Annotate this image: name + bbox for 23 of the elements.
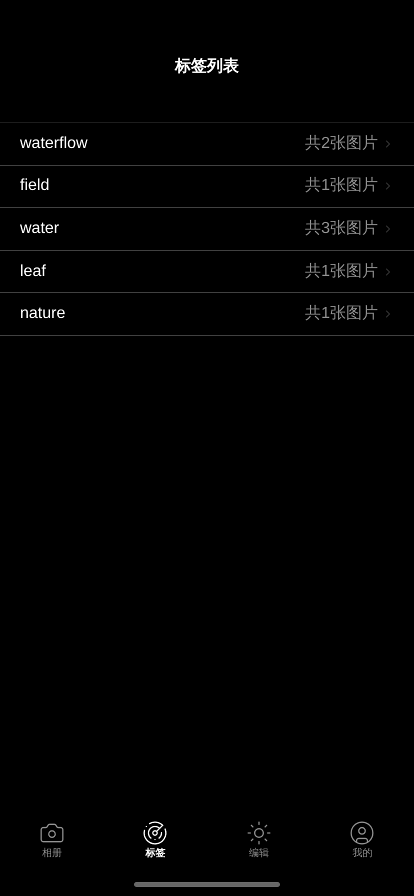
image-count: 共2张图片: [305, 134, 378, 154]
tab[interactable]: 标签: [104, 820, 207, 860]
tag-name: leaf: [20, 262, 47, 282]
image-count: 共3张图片: [305, 218, 378, 239]
sun-icon: [246, 820, 272, 846]
image-count: 共1张图片: [305, 262, 378, 282]
person-icon: [349, 820, 376, 846]
tab[interactable]: 相册: [0, 820, 104, 860]
tag-row[interactable]: leaf 共1张图片: [0, 250, 414, 294]
tag-row[interactable]: waterflow 共2张图片: [0, 123, 414, 166]
tag-name: field: [20, 176, 50, 196]
tag-row[interactable]: nature 共1张图片: [0, 293, 414, 336]
page-title: 标签列表: [175, 56, 239, 77]
tab[interactable]: 编辑: [207, 820, 310, 860]
target-icon: [142, 820, 168, 846]
tag-name: waterflow: [20, 134, 89, 154]
tag-row[interactable]: water 共3张图片: [0, 208, 414, 251]
tab[interactable]: 我的: [310, 820, 414, 860]
tag-row[interactable]: field 共1张图片: [0, 166, 414, 208]
tag-name: nature: [20, 304, 66, 324]
image-count: 共1张图片: [305, 304, 378, 324]
image-count: 共1张图片: [305, 176, 378, 196]
tag-name: water: [20, 218, 60, 239]
